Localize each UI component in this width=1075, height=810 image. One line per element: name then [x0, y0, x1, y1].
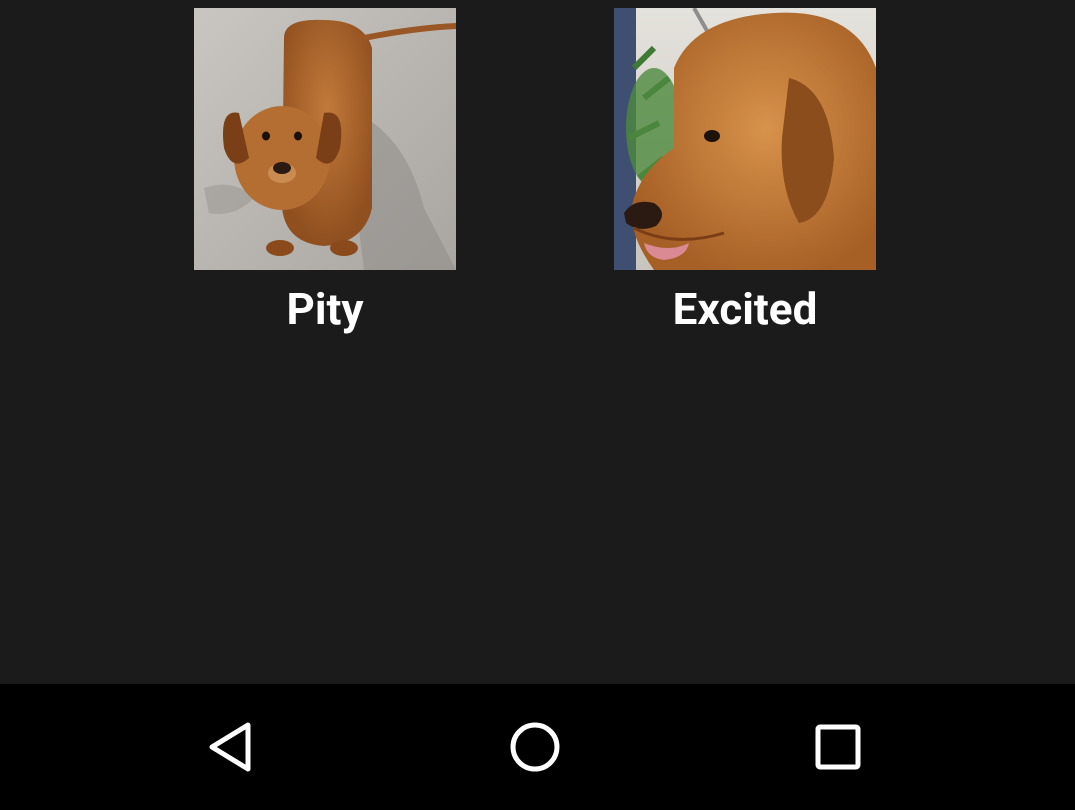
recents-square-icon [815, 724, 861, 770]
emotion-label-excited: Excited [672, 283, 818, 335]
navigation-bar [0, 684, 1075, 810]
app-screen: Pity Excited [0, 0, 1075, 810]
emotion-label-pity: Pity [286, 283, 364, 335]
home-circle-icon [510, 722, 560, 772]
emotion-card-pity[interactable]: Pity [194, 8, 456, 336]
home-button[interactable] [475, 684, 595, 810]
back-triangle-icon [209, 722, 251, 772]
back-button[interactable] [172, 684, 292, 810]
dachshund-photo [194, 8, 456, 270]
golden-retriever-photo [614, 8, 876, 270]
recents-button[interactable] [778, 684, 898, 810]
emotion-card-excited[interactable]: Excited [614, 8, 876, 336]
emotion-grid: Pity Excited [0, 0, 1075, 684]
